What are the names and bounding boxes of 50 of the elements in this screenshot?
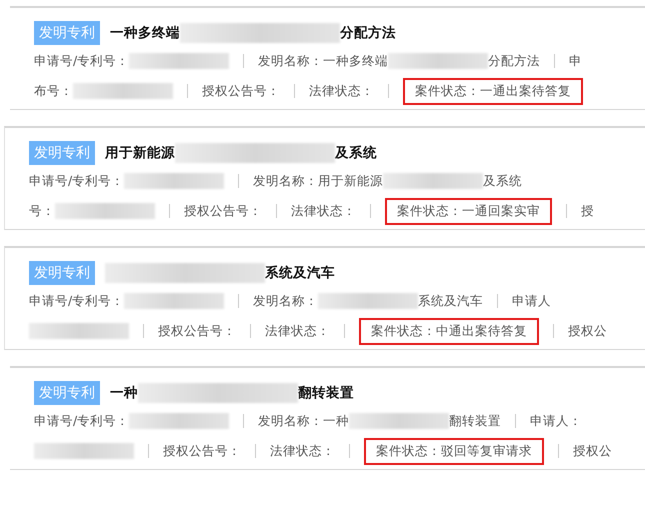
patent-type-tag: 发明专利: [34, 381, 100, 405]
field-label: 发明名称：: [258, 412, 324, 430]
patent-title[interactable]: 分配方法: [340, 24, 396, 42]
field-label: 发明名称：: [253, 292, 318, 310]
field-label: 法律状态：: [291, 202, 356, 220]
patent-title[interactable]: 及系统: [335, 144, 377, 162]
field-label: 授权公告号：: [184, 202, 262, 220]
field-label: 申: [569, 52, 582, 70]
field-label: 申请号/专利号：: [29, 292, 124, 310]
field-value: 翻转装置: [449, 412, 502, 430]
patent-title[interactable]: 一种: [110, 384, 138, 402]
field-value: 一通回案实审: [462, 202, 540, 220]
field-label: 申请号/专利号：: [34, 412, 130, 430]
field-label: 授权公告号：: [163, 442, 241, 460]
field-label: 法律状态：: [265, 322, 330, 340]
field-label: 授权公告号：: [202, 82, 280, 100]
field-label: 号：: [29, 202, 55, 220]
patent-type-tag: 发明专利: [29, 261, 95, 285]
patent-title[interactable]: 翻转装置: [298, 384, 354, 402]
patent-title[interactable]: 系统及汽车: [265, 264, 335, 282]
field-label: 发明名称：: [258, 52, 324, 70]
patent-title[interactable]: 用于新能源: [105, 144, 175, 162]
patent-type-tag: 发明专利: [34, 21, 100, 45]
field-value: 驳回等复审请求: [441, 442, 532, 460]
field-value: 一种多终端: [323, 52, 388, 70]
field-label: 案件状态：: [397, 202, 462, 220]
field-label: 授权公告号：: [158, 322, 236, 340]
field-value: 分配方法: [488, 52, 540, 70]
field-label: 授: [581, 202, 594, 220]
field-value: 及系统: [483, 172, 522, 190]
field-value: 一通出案待答复: [480, 82, 571, 100]
field-label: 申请人: [512, 292, 552, 310]
field-label: 申请人：: [530, 412, 582, 430]
field-label: 案件状态：: [415, 82, 480, 100]
field-label: 案件状态：: [376, 442, 441, 460]
field-label: 申请号/专利号：: [34, 52, 130, 70]
field-value: 用于新能源: [318, 172, 384, 190]
field-label: 法律状态：: [270, 442, 335, 460]
field-label: 案件状态：: [371, 322, 436, 340]
field-label: 发明名称：: [253, 172, 318, 190]
field-label: 法律状态：: [309, 82, 374, 100]
field-value: 一种: [323, 412, 350, 430]
field-label: 授权公: [573, 442, 612, 460]
field-value: 中通出案待答复: [436, 322, 527, 340]
patent-title[interactable]: 一种多终端: [110, 24, 180, 42]
field-label: 授权公: [568, 322, 607, 340]
field-value: 系统及汽车: [418, 292, 484, 310]
patent-type-tag: 发明专利: [29, 141, 95, 165]
field-label: 申请号/专利号：: [29, 172, 124, 190]
field-label: 布号：: [34, 82, 73, 100]
